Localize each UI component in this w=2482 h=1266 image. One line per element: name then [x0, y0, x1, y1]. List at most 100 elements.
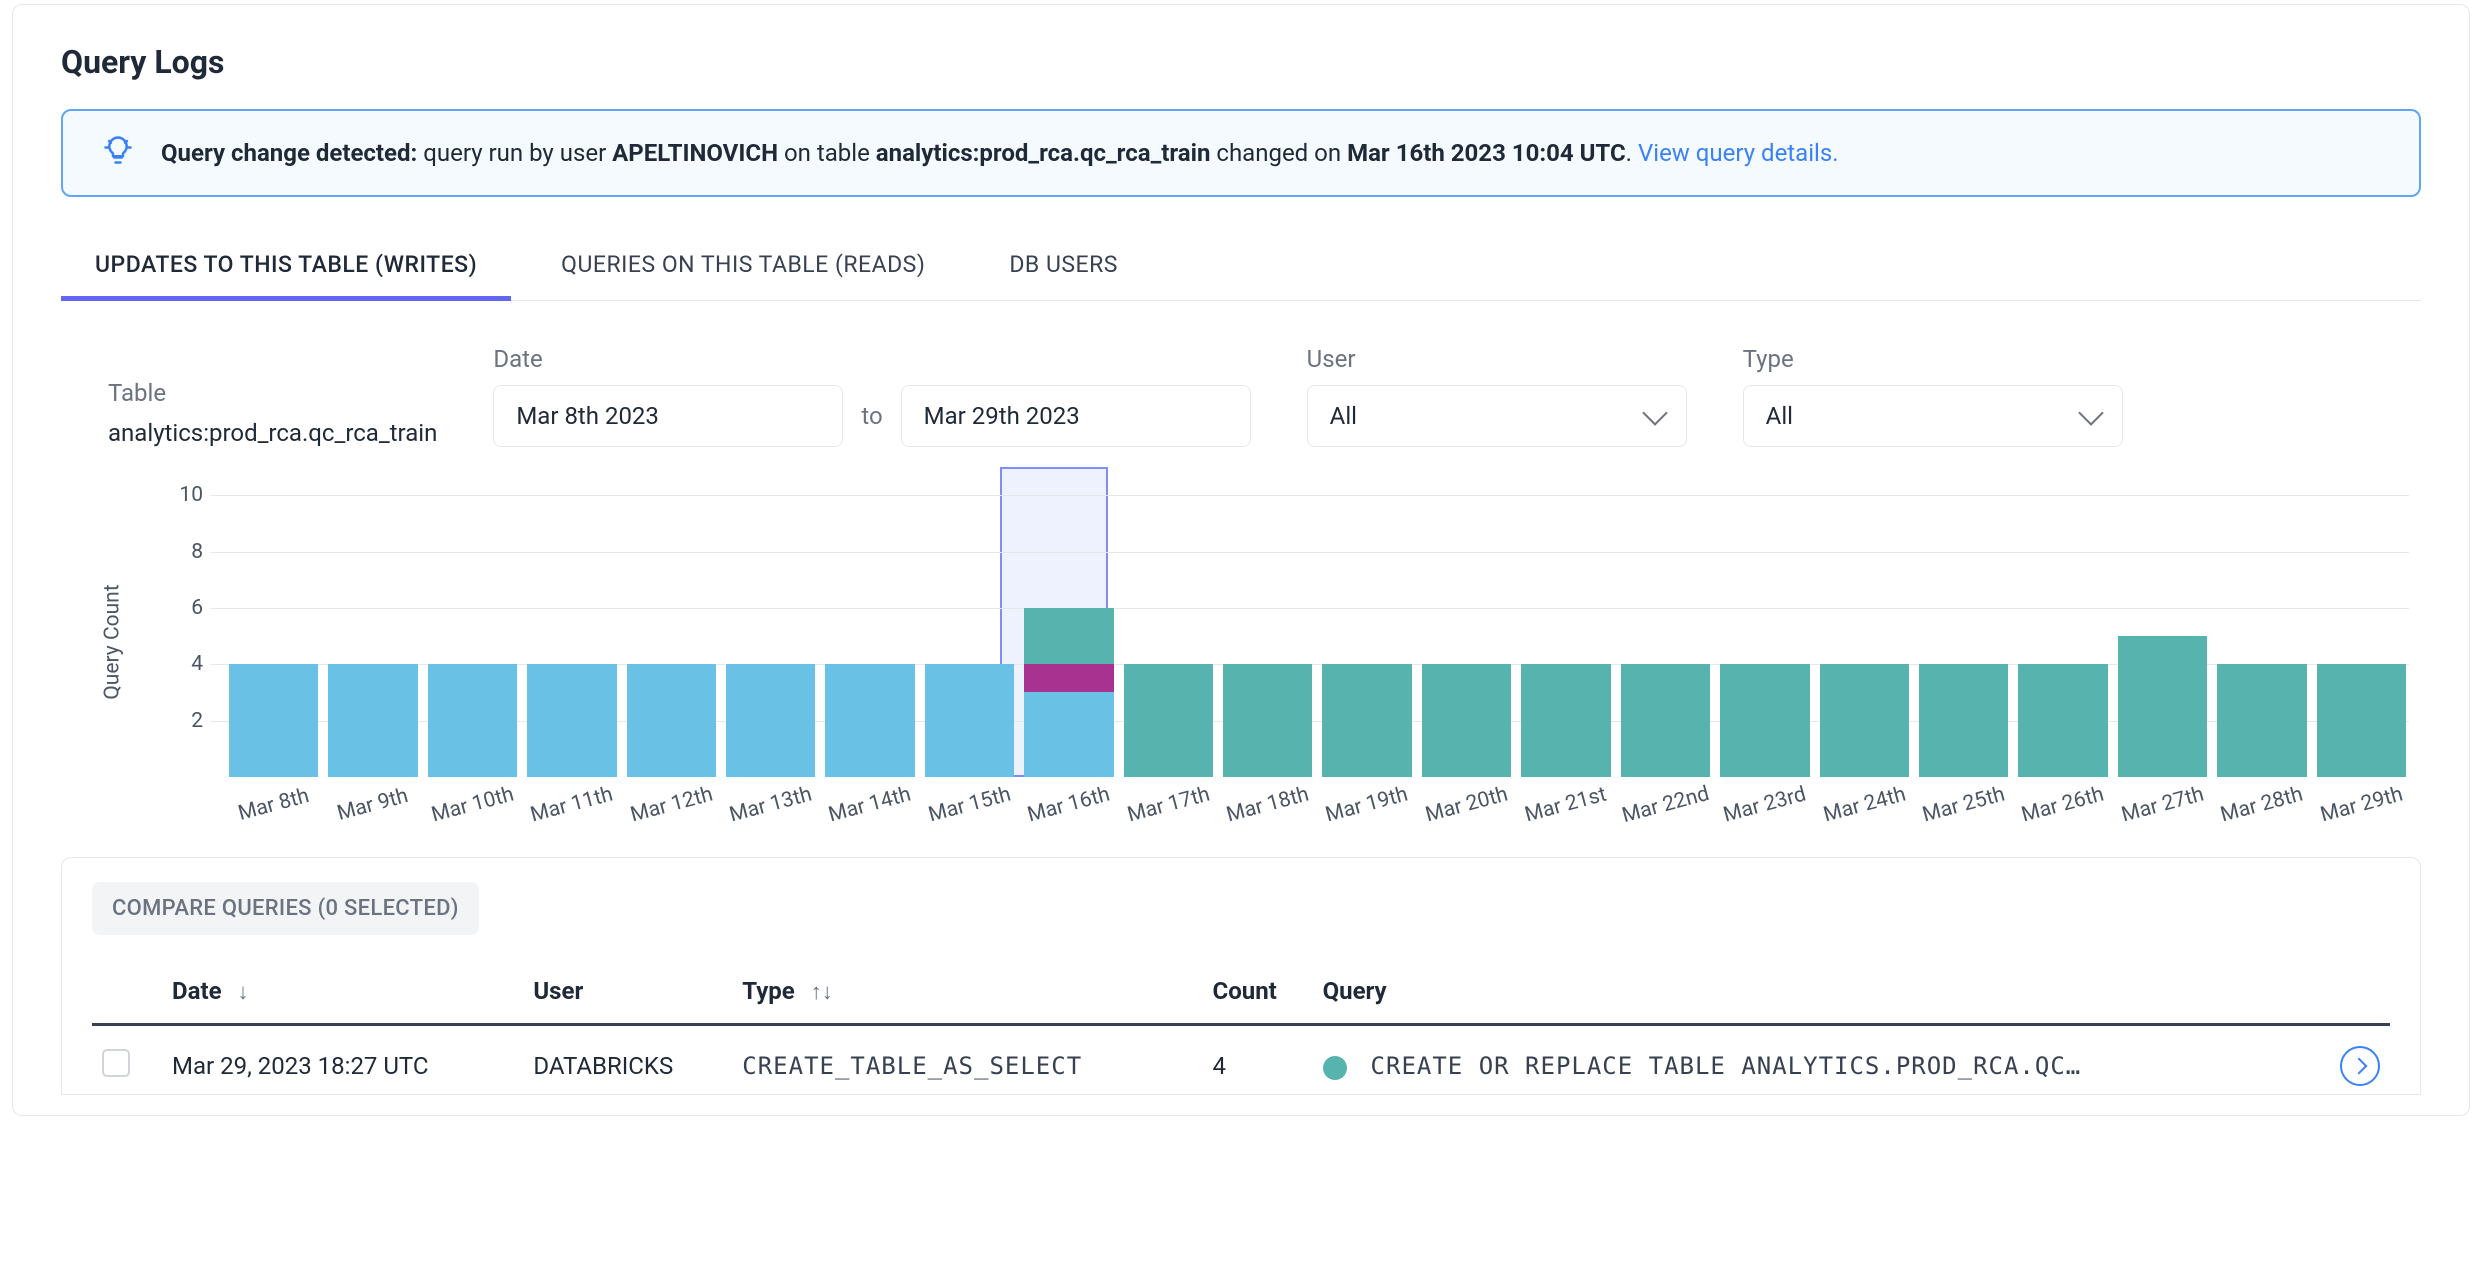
xtick: Mar 16th	[1020, 781, 1118, 829]
bar	[428, 664, 517, 777]
bar	[2018, 664, 2107, 777]
bar	[925, 664, 1014, 777]
date-to-label: to	[861, 402, 882, 430]
bar-segment-teal	[2118, 636, 2207, 777]
ytick: 6	[163, 596, 203, 620]
xtick: Mar 8th	[225, 781, 323, 829]
bar-slot[interactable]	[1220, 467, 1315, 777]
bar-slot[interactable]	[425, 467, 520, 777]
bar-segment-teal	[1223, 664, 1312, 777]
view-query-details-link[interactable]: View query details.	[1638, 139, 1839, 167]
filter-table-label: Table	[108, 379, 437, 407]
bar-segment-teal	[1720, 664, 1809, 777]
xtick: Mar 11th	[523, 781, 621, 829]
bar-slot[interactable]	[1121, 467, 1216, 777]
date-from-input[interactable]: Mar 8th 2023	[493, 385, 843, 447]
bar-slot[interactable]	[1618, 467, 1713, 777]
bar-slot[interactable]	[1419, 467, 1514, 777]
tabs: UPDATES TO THIS TABLE (WRITES) QUERIES O…	[61, 237, 2421, 301]
cell-count: 4	[1203, 1025, 1313, 1095]
query-table: Date ↓ User Type ↑↓ Count Query Mar 2	[92, 963, 2390, 1094]
change-detected-banner: Query change detected: query run by user…	[61, 109, 2421, 197]
bar	[2217, 664, 2306, 777]
bar	[1124, 664, 1213, 777]
row-expand-button[interactable]	[2340, 1046, 2380, 1086]
chevron-down-icon	[1642, 400, 1667, 425]
bar-slot[interactable]	[1916, 467, 2011, 777]
bar-segment-teal	[1422, 664, 1511, 777]
ytick: 2	[163, 709, 203, 733]
ytick: 10	[163, 483, 203, 507]
bar-slot[interactable]	[1319, 467, 1414, 777]
bar	[229, 664, 318, 777]
col-date[interactable]: Date ↓	[162, 963, 523, 1025]
bar-slot[interactable]	[524, 467, 619, 777]
tab-writes[interactable]: UPDATES TO THIS TABLE (WRITES)	[89, 237, 483, 300]
col-query[interactable]: Query	[1313, 963, 2330, 1025]
user-select[interactable]: All	[1307, 385, 1687, 447]
bar-slot[interactable]	[1717, 467, 1812, 777]
bar-slot[interactable]	[624, 467, 719, 777]
chart-ylabel: Query Count	[101, 584, 125, 699]
ytick: 8	[163, 540, 203, 564]
bar-slot[interactable]	[2115, 467, 2210, 777]
bar-slot[interactable]	[2015, 467, 2110, 777]
bar-segment-sky	[627, 664, 716, 777]
bar-slot[interactable]	[2214, 467, 2309, 777]
col-type[interactable]: Type ↑↓	[732, 963, 1202, 1025]
filters: Table analytics:prod_rca.qc_rca_train Da…	[108, 345, 2421, 447]
bar-segment-sky	[825, 664, 914, 777]
banner-user: APELTINOVICH	[612, 139, 778, 167]
banner-prefix: Query change detected:	[161, 139, 417, 167]
compare-queries-button[interactable]: COMPARE QUERIES (0 SELECTED)	[92, 882, 479, 935]
cell-type: CREATE_TABLE_AS_SELECT	[732, 1025, 1202, 1095]
xtick: Mar 9th	[324, 781, 422, 829]
bar-segment-sky	[925, 664, 1014, 777]
bar-slot[interactable]	[325, 467, 420, 777]
xtick: Mar 22nd	[1616, 781, 1714, 829]
bar-slot[interactable]	[822, 467, 917, 777]
bar-segment-sky	[1024, 692, 1113, 777]
bar	[825, 664, 914, 777]
xtick: Mar 23rd	[1716, 781, 1814, 829]
type-select[interactable]: All	[1743, 385, 2123, 447]
bar-slot[interactable]	[1518, 467, 1613, 777]
bar-slot[interactable]	[723, 467, 818, 777]
bar	[2317, 664, 2406, 777]
bar-slot[interactable]	[1021, 467, 1116, 777]
cell-query: CREATE OR REPLACE TABLE ANALYTICS.PROD_R…	[1313, 1025, 2330, 1095]
bar-slot[interactable]	[922, 467, 1017, 777]
col-action	[2330, 963, 2390, 1025]
col-count[interactable]: Count	[1203, 963, 1313, 1025]
col-checkbox	[92, 963, 162, 1025]
date-to-input[interactable]: Mar 29th 2023	[901, 385, 1251, 447]
tab-db-users[interactable]: DB USERS	[1003, 237, 1124, 300]
bar	[1024, 608, 1113, 777]
bar	[1621, 664, 1710, 777]
bar-segment-sky	[229, 664, 318, 777]
table-row[interactable]: Mar 29, 2023 18:27 UTC DATABRICKS CREATE…	[92, 1025, 2390, 1095]
bar-segment-sky	[527, 664, 616, 777]
bar	[527, 664, 616, 777]
bar	[2118, 636, 2207, 777]
xtick: Mar 28th	[2213, 781, 2311, 829]
tab-reads[interactable]: QUERIES ON THIS TABLE (READS)	[555, 237, 931, 300]
bar	[1322, 664, 1411, 777]
bar-segment-teal	[1521, 664, 1610, 777]
ytick: 4	[163, 652, 203, 676]
xtick: Mar 12th	[622, 781, 720, 829]
bar-segment-teal	[2018, 664, 2107, 777]
col-user[interactable]: User	[523, 963, 732, 1025]
query-table-card: COMPARE QUERIES (0 SELECTED) Date ↓ User…	[61, 857, 2421, 1095]
xtick: Mar 15th	[920, 781, 1018, 829]
bar-slot[interactable]	[2314, 467, 2409, 777]
xtick: Mar 29th	[2312, 781, 2410, 829]
bar-slot[interactable]	[1817, 467, 1912, 777]
lightbulb-icon	[103, 135, 133, 171]
chevron-right-icon	[2350, 1058, 2367, 1075]
bar-segment-teal	[1124, 664, 1213, 777]
xtick: Mar 14th	[821, 781, 919, 829]
bar-slot[interactable]	[226, 467, 321, 777]
row-checkbox[interactable]	[102, 1049, 130, 1077]
xtick: Mar 17th	[1119, 781, 1217, 829]
